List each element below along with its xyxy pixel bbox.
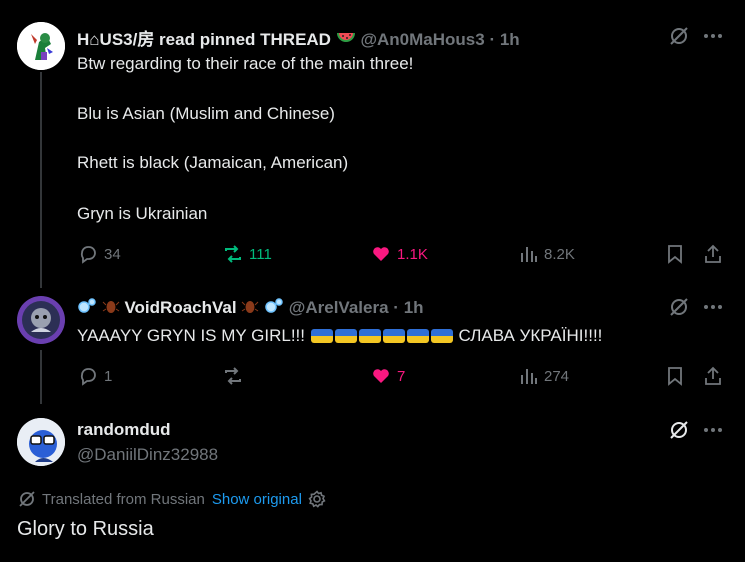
- thread-line: [40, 72, 42, 288]
- thread-line: [40, 350, 42, 404]
- author-handle[interactable]: @DaniilDinz32988: [77, 445, 218, 465]
- heart-icon: [373, 247, 389, 261]
- grok-icon[interactable]: [668, 419, 690, 441]
- avatar[interactable]: [17, 296, 65, 344]
- translated-label: Translated from Russian: [42, 490, 205, 508]
- more-options-icon[interactable]: [702, 25, 724, 47]
- share-button[interactable]: [702, 365, 724, 387]
- tweet-text-suffix: СЛАВА УКРАЇНІ!!!!: [458, 326, 603, 345]
- bookmark-icon: [668, 367, 682, 386]
- avatar-art-icon: [17, 296, 65, 344]
- reply-icon: [80, 246, 96, 264]
- reply-count: 34: [104, 245, 121, 263]
- ukraine-flag-icon: [358, 329, 381, 343]
- ukraine-flag-icon: [430, 329, 453, 343]
- ukraine-flag-icon: [310, 329, 333, 343]
- grok-icon[interactable]: [668, 25, 690, 47]
- author-name[interactable]: H⌂US3/房 read pinned THREAD: [77, 30, 331, 49]
- share-button[interactable]: [702, 243, 724, 265]
- tweet-text: Glory to Russia: [17, 518, 154, 540]
- repost-count: 111: [249, 245, 272, 263]
- author-handle[interactable]: @ArelValera: [289, 298, 389, 317]
- reply-button[interactable]: 1: [78, 366, 112, 386]
- cockroach-icon: [102, 297, 120, 320]
- views-button[interactable]: 274: [518, 366, 569, 386]
- cockroach-icon: [241, 297, 259, 320]
- tweet-text-line: Blu is Asian (Muslim and Chinese): [77, 104, 335, 123]
- reply-icon: [80, 368, 96, 386]
- author-handle[interactable]: @An0MaHous3: [360, 30, 484, 49]
- tweet-text-line: Rhett is black (Jamaican, American): [77, 153, 349, 172]
- tweet-text-line: Gryn is Ukrainian: [77, 204, 208, 223]
- bookmark-icon: [668, 245, 682, 264]
- reply-count: 1: [104, 367, 113, 385]
- author-name[interactable]: VoidRoachVal: [124, 298, 236, 317]
- views-icon: [521, 369, 537, 384]
- bubbles-icon: [264, 297, 284, 320]
- ukraine-flag-icon: [382, 329, 405, 343]
- bookmark-button[interactable]: [664, 243, 686, 265]
- heart-icon: [373, 369, 389, 383]
- tweet-text-prefix: YAAAYY GRYN IS MY GIRL!!!: [77, 326, 306, 345]
- grok-icon[interactable]: [668, 296, 690, 318]
- share-icon: [705, 244, 721, 263]
- view-count: 8.2K: [544, 245, 575, 263]
- view-count: 274: [544, 367, 570, 385]
- views-icon: [521, 247, 537, 262]
- more-options-icon[interactable]: [702, 419, 724, 441]
- bookmark-button[interactable]: [664, 365, 686, 387]
- views-button[interactable]: 8.2K: [518, 244, 575, 264]
- avatar-art-icon: [17, 22, 65, 70]
- dot-separator: ·: [393, 298, 399, 317]
- avatar-art-icon: [17, 418, 65, 466]
- author-name[interactable]: randomdud: [77, 420, 171, 440]
- dot-separator: ·: [489, 30, 496, 49]
- watermelon-icon: [336, 29, 356, 52]
- repost-button[interactable]: 111: [223, 244, 272, 264]
- reply-button[interactable]: 34: [78, 244, 121, 264]
- like-count: 1.1K: [397, 245, 428, 263]
- translate-icon: [18, 490, 36, 508]
- like-button[interactable]: 7: [371, 366, 405, 386]
- tweet-text: YAAAYY GRYN IS MY GIRL!!! СЛАВА УКРАЇНІ!…: [77, 326, 602, 346]
- tweet-time[interactable]: 1h: [404, 298, 424, 317]
- like-button[interactable]: 1.1K: [371, 244, 428, 264]
- avatar[interactable]: [17, 418, 65, 466]
- repost-icon: [225, 367, 241, 385]
- ukraine-flag-icon: [334, 329, 357, 343]
- ukraine-flag-icon: [406, 329, 429, 343]
- repost-button[interactable]: [223, 366, 249, 386]
- settings-gear-icon[interactable]: [308, 490, 326, 508]
- show-original-link[interactable]: Show original: [212, 491, 302, 508]
- repost-icon: [225, 245, 241, 263]
- like-count: 7: [397, 367, 406, 385]
- share-icon: [705, 366, 721, 385]
- avatar[interactable]: [17, 22, 65, 70]
- tweet-time[interactable]: 1h: [500, 30, 520, 49]
- more-options-icon[interactable]: [702, 296, 724, 318]
- bubbles-icon: [77, 297, 97, 320]
- tweet-text-line: Btw regarding to their race of the main …: [77, 54, 414, 73]
